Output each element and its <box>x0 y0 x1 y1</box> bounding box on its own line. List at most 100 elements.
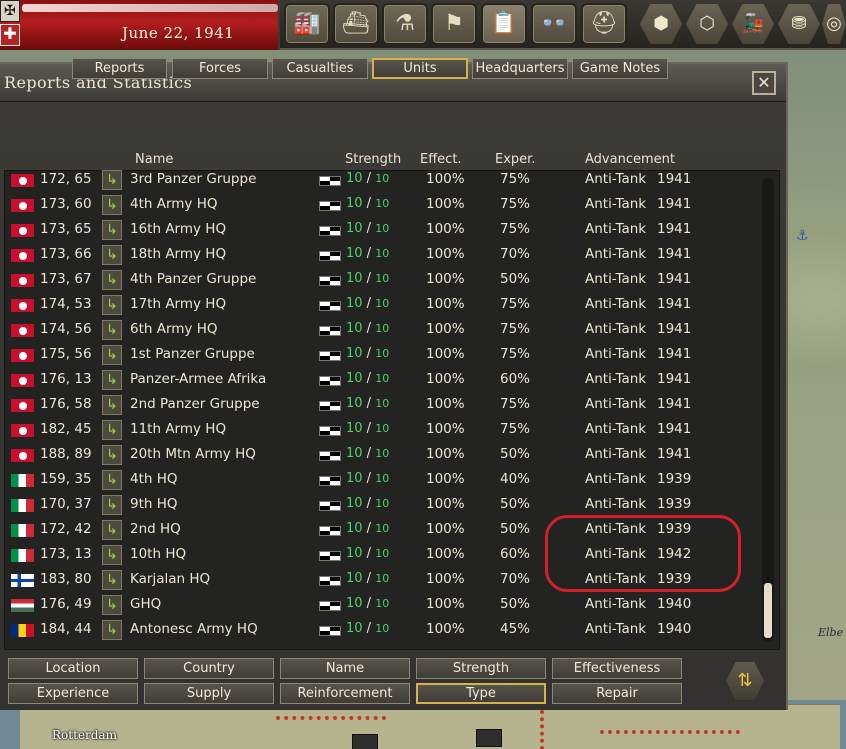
table-row[interactable]: 159, 35 ↳ 4th HQ 10 / 10 100% 40% Anti-Tank 193… <box>4 468 760 493</box>
column-header-effect[interactable]: Effect. <box>420 152 462 167</box>
table-row[interactable]: 176, 13 ↳ Panzer-Armee Afrika 10 / 10 100% 60… <box>4 368 760 393</box>
map-unit[interactable] <box>352 734 378 749</box>
upgrade-arrow-icon[interactable]: ↳ <box>102 195 122 215</box>
table-row[interactable]: 184, 44 ↳ Antonesc Army HQ 10 / 10 100% 45% An… <box>4 618 760 643</box>
strength-current: 10 <box>346 471 363 486</box>
strength-checker-icon <box>319 201 341 211</box>
unit-name: 18th Army HQ <box>130 246 227 262</box>
unit-name: 4th HQ <box>130 471 178 487</box>
upgrade-arrow-icon[interactable]: ↳ <box>102 470 122 490</box>
table-row[interactable]: 174, 53 ↳ 17th Army HQ 10 / 10 100% 75% Anti-T… <box>4 293 760 318</box>
sort-supply-button[interactable]: Supply <box>144 683 274 704</box>
binoculars-icon[interactable]: 👓 <box>531 3 577 45</box>
sort-experience-button[interactable]: Experience <box>8 683 138 704</box>
strength-separator: / <box>362 321 376 336</box>
top-bar: ✠ ✚ June 22, 1941 🏭 ⛴ ⚗ ⚑ 📋 👓 ⛑ ⬢ ⬡ 🚂 ⛃ … <box>0 0 846 50</box>
column-header-strength[interactable]: Strength <box>345 152 401 167</box>
upgrade-arrow-icon[interactable]: ↳ <box>102 395 122 415</box>
upgrade-arrow-icon[interactable]: ↳ <box>102 420 122 440</box>
unit-effectiveness: 100% <box>426 621 465 637</box>
column-header-exper[interactable]: Exper. <box>495 152 535 167</box>
tab-casualties[interactable]: Casualties <box>272 58 368 79</box>
column-header-name[interactable]: Name <box>135 152 173 167</box>
nation-flag-icon <box>10 273 35 288</box>
unit-effectiveness: 100% <box>426 221 465 237</box>
upgrade-arrow-icon[interactable]: ↳ <box>102 620 122 640</box>
production-icon[interactable]: 🏭 <box>284 3 330 45</box>
upgrade-arrow-icon[interactable]: ↳ <box>102 545 122 565</box>
tab-reports[interactable]: Reports <box>72 58 167 79</box>
ship-icon[interactable]: ⛴ <box>333 3 379 45</box>
tab-forces[interactable]: Forces <box>172 58 268 79</box>
hex-grid-icon[interactable]: ⬡ <box>686 4 728 44</box>
upgrade-arrow-icon[interactable]: ↳ <box>102 495 122 515</box>
table-row[interactable]: 188, 89 ↳ 20th Mtn Army HQ 10 / 10 100% 50% An… <box>4 443 760 468</box>
unit-advancement-year: 1939 <box>657 496 692 512</box>
unit-strength: 10 / 10 <box>346 271 389 286</box>
unit-advancement: Anti-Tank <box>585 271 647 287</box>
nation-flag-icon[interactable]: ✚ <box>0 24 20 46</box>
extra-icon[interactable]: ◎ <box>822 4 846 44</box>
sort-strength-button[interactable]: Strength <box>416 658 546 679</box>
flag-icon[interactable]: ⚑ <box>431 3 477 45</box>
upgrade-arrow-icon[interactable]: ↳ <box>102 270 122 290</box>
helmet-icon[interactable]: ⛑ <box>581 3 627 45</box>
sort-type-button[interactable]: Type <box>416 683 546 704</box>
upgrade-arrow-icon[interactable]: ↳ <box>102 370 122 390</box>
upgrade-arrow-icon[interactable]: ↳ <box>102 345 122 365</box>
table-row[interactable]: 176, 58 ↳ 2nd Panzer Gruppe 10 / 10 100% 75% A… <box>4 393 760 418</box>
upgrade-arrow-icon[interactable]: ↳ <box>102 220 122 240</box>
unit-experience: 75% <box>500 396 531 412</box>
hex-view-icon[interactable]: ⬢ <box>640 4 682 44</box>
resources-icon[interactable]: ⛃ <box>778 4 820 44</box>
table-row[interactable]: 174, 56 ↳ 6th Army HQ 10 / 10 100% 75% Anti-Ta… <box>4 318 760 343</box>
map-unit[interactable] <box>476 729 502 747</box>
strength-current: 10 <box>346 371 363 386</box>
upgrade-arrow-icon[interactable]: ↳ <box>102 245 122 265</box>
strength-max: 10 <box>375 197 390 210</box>
unit-strength: 10 / 10 <box>346 196 389 211</box>
sort-effectiveness-button[interactable]: Effectiveness <box>552 658 682 679</box>
anchor-icon[interactable]: ⚓ <box>796 228 809 244</box>
unit-effectiveness: 100% <box>426 296 465 312</box>
upgrade-arrow-icon[interactable]: ↳ <box>102 595 122 615</box>
strength-max: 10 <box>375 172 390 185</box>
unit-effectiveness: 100% <box>426 596 465 612</box>
sort-country-button[interactable]: Country <box>144 658 274 679</box>
column-header-advancement[interactable]: Advancement <box>585 152 675 167</box>
train-icon[interactable]: 🚂 <box>732 4 774 44</box>
reports-icon[interactable]: 📋 <box>481 3 527 45</box>
upgrade-arrow-icon[interactable]: ↳ <box>102 520 122 540</box>
table-row[interactable]: 173, 60 ↳ 4th Army HQ 10 / 10 100% 75% Anti-Ta… <box>4 193 760 218</box>
unit-coords: 183, 80 <box>40 571 92 587</box>
table-row[interactable]: 176, 49 ↳ GHQ 10 / 10 100% 50% Anti-Tank 1940 <box>4 593 760 618</box>
sort-repair-button[interactable]: Repair <box>552 683 682 704</box>
table-row[interactable]: 175, 56 ↳ 1st Panzer Gruppe 10 / 10 100% 75% A… <box>4 343 760 368</box>
sort-location-button[interactable]: Location <box>8 658 138 679</box>
scrollbar-thumb[interactable] <box>764 583 772 638</box>
sort-reinforcement-button[interactable]: Reinforcement <box>280 683 410 704</box>
tab-units[interactable]: Units <box>372 58 468 79</box>
unit-experience: 70% <box>500 571 531 587</box>
scrollbar-track[interactable] <box>762 178 774 642</box>
upgrade-arrow-icon[interactable]: ↳ <box>102 295 122 315</box>
table-row[interactable]: 172, 65 ↳ 3rd Panzer Gruppe 10 / 10 100% 75% A… <box>4 168 760 193</box>
tab-headquarters[interactable]: Headquarters <box>472 58 568 79</box>
upgrade-arrow-icon[interactable]: ↳ <box>102 445 122 465</box>
upgrade-arrow-icon[interactable]: ↳ <box>102 570 122 590</box>
unit-advancement: Anti-Tank <box>585 246 647 262</box>
upgrade-arrow-icon[interactable]: ↳ <box>102 320 122 340</box>
table-row[interactable]: 173, 66 ↳ 18th Army HQ 10 / 10 100% 70% Anti-T… <box>4 243 760 268</box>
table-row[interactable]: 173, 65 ↳ 16th Army HQ 10 / 10 100% 75% Anti-T… <box>4 218 760 243</box>
sort-name-button[interactable]: Name <box>280 658 410 679</box>
upgrade-arrow-icon[interactable]: ↳ <box>102 170 122 190</box>
close-button[interactable]: ✕ <box>752 71 776 95</box>
strength-max: 10 <box>375 272 390 285</box>
strength-checker-icon <box>319 326 341 336</box>
unit-experience: 75% <box>500 296 531 312</box>
table-row[interactable]: 173, 67 ↳ 4th Panzer Gruppe 10 / 10 100% 50% A… <box>4 268 760 293</box>
research-icon[interactable]: ⚗ <box>382 3 428 45</box>
tab-game-notes[interactable]: Game Notes <box>572 58 668 79</box>
table-row[interactable]: 182, 45 ↳ 11th Army HQ 10 / 10 100% 75% Anti-T… <box>4 418 760 443</box>
iron-cross-icon[interactable]: ✠ <box>0 0 20 22</box>
